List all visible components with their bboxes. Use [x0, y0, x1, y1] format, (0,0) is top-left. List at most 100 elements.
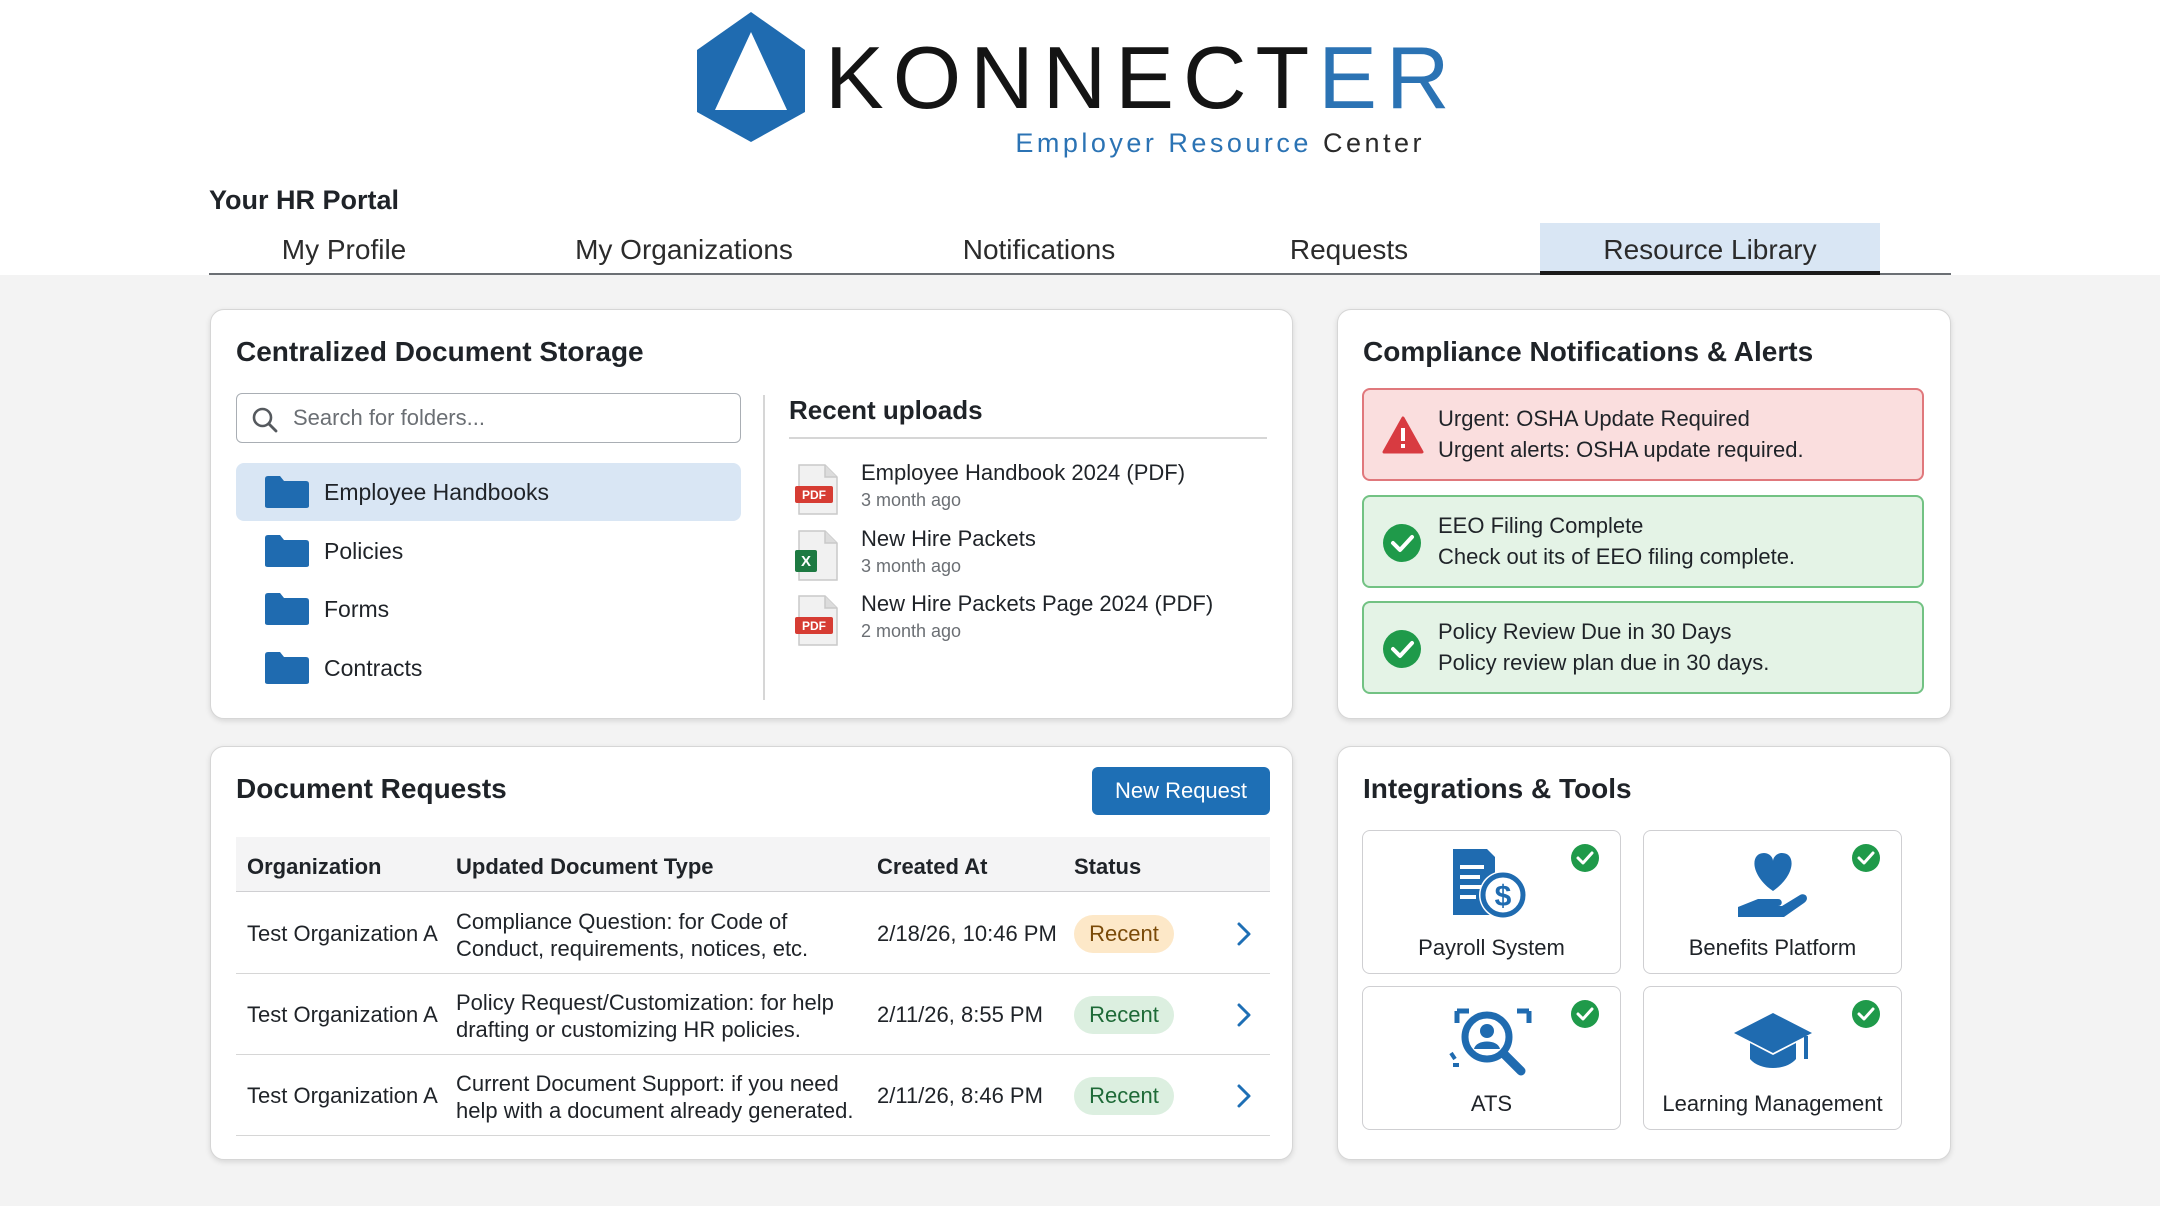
folder-label: Forms	[324, 596, 390, 622]
column-header[interactable]: Organization	[247, 854, 381, 880]
upload-name: Employee Handbook 2024 (PDF)	[861, 460, 1186, 485]
tool-payroll-system[interactable]: $ Payroll System	[1362, 830, 1621, 974]
folder-icon	[265, 535, 309, 567]
chevron-right-icon[interactable]	[1236, 1002, 1252, 1028]
uploads-divider	[789, 437, 1267, 439]
tool-label: Benefits Platform	[1688, 935, 1857, 960]
cell-organization: Test Organization A	[247, 1083, 438, 1108]
document-requests-title: Document Requests	[236, 773, 507, 804]
brand-subtitle: Employer Resource Center	[1015, 128, 1425, 158]
tool-label: Payroll System	[1418, 935, 1565, 960]
check-circle-icon	[1383, 524, 1421, 562]
document-requests-card: Document Requests New Request Organizati…	[210, 746, 1293, 1160]
recent-uploads-title: Recent uploads	[789, 395, 983, 425]
folder-search[interactable]	[236, 393, 741, 443]
alert-body: Policy review plan due in 30 days.	[1438, 650, 1770, 675]
folder-icon	[265, 593, 309, 625]
upload-name: New Hire Packets	[861, 526, 1036, 551]
excel-file-icon: X	[795, 530, 838, 581]
benefits-heart-hand-icon	[1738, 853, 1807, 917]
new-request-button[interactable]: New Request	[1092, 767, 1270, 815]
folder-icon	[265, 652, 309, 684]
tool-learning-management[interactable]: Learning Management	[1643, 986, 1902, 1130]
ats-search-icon	[1449, 1008, 1532, 1076]
alert-osha-urgent[interactable]: Urgent: OSHA Update Required Urgent aler…	[1362, 388, 1924, 481]
folder-icon	[265, 476, 309, 508]
upload-time: 2 month ago	[861, 621, 962, 641]
brand-logo: KONNECTER Employer Resource Center	[695, 10, 1449, 160]
status-badge: Recent	[1074, 1077, 1174, 1115]
compliance-title: Compliance Notifications & Alerts	[1363, 336, 1814, 367]
cell-organization: Test Organization A	[247, 1002, 438, 1027]
folder-label: Policies	[324, 538, 404, 564]
connected-check-icon	[1571, 844, 1599, 872]
alert-title: Policy Review Due in 30 Days	[1438, 619, 1732, 644]
tool-benefits-platform[interactable]: Benefits Platform	[1643, 830, 1902, 974]
alert-policy-review[interactable]: Policy Review Due in 30 Days Policy revi…	[1362, 601, 1924, 694]
tab-resource-library[interactable]: Resource Library	[1540, 223, 1880, 275]
tab-my-organizations[interactable]: My Organizations	[539, 223, 829, 273]
folder-search-input[interactable]	[293, 402, 723, 434]
cell-created-at: 2/18/26, 10:46 PM	[877, 921, 1057, 946]
connected-check-icon	[1852, 844, 1880, 872]
search-icon	[252, 407, 278, 433]
cell-document-type: Current Document Support: if you need he…	[456, 1071, 854, 1123]
logo-mark-icon	[697, 12, 805, 142]
tab-requests[interactable]: Requests	[1239, 223, 1459, 273]
status-badge: Recent	[1074, 915, 1174, 953]
status-badge: Recent	[1074, 996, 1174, 1034]
tab-notifications[interactable]: Notifications	[909, 223, 1169, 273]
integrations-title: Integrations & Tools	[1363, 773, 1632, 804]
chevron-right-icon[interactable]	[1236, 921, 1252, 947]
tool-ats[interactable]: ATS	[1362, 986, 1621, 1130]
brand-name: KONNECTER	[825, 28, 1459, 127]
column-header[interactable]: Created At	[877, 854, 987, 880]
folder-forms[interactable]: Forms	[236, 580, 741, 638]
chevron-right-icon[interactable]	[1236, 1083, 1252, 1109]
pdf-file-icon: PDF	[795, 464, 838, 515]
table-row[interactable]: Test Organization A Current Document Sup…	[236, 1055, 1270, 1136]
table-row[interactable]: Test Organization A Compliance Question:…	[236, 893, 1270, 974]
table-row[interactable]: Test Organization A Policy Request/Custo…	[236, 974, 1270, 1055]
tab-my-profile[interactable]: My Profile	[209, 223, 479, 273]
requests-table-header: Organization Updated Document Type Creat…	[236, 837, 1270, 892]
alert-title: Urgent: OSHA Update Required	[1438, 406, 1750, 431]
cell-document-type: Policy Request/Customization: for help d…	[456, 990, 834, 1042]
check-circle-icon	[1383, 630, 1421, 668]
svg-text:$: $	[1495, 880, 1512, 913]
upload-item[interactable]: PDF New Hire Packets Page 2024 (PDF) 2 m…	[789, 589, 1267, 651]
svg-text:PDF: PDF	[802, 619, 826, 633]
upload-item[interactable]: PDF Employee Handbook 2024 (PDF) 3 month…	[789, 458, 1267, 520]
upload-time: 3 month ago	[861, 556, 962, 576]
cell-document-type: Compliance Question: for Code of Conduct…	[456, 909, 809, 961]
column-header[interactable]: Updated Document Type	[456, 854, 714, 880]
upload-item[interactable]: X New Hire Packets 3 month ago	[789, 524, 1267, 586]
alert-eeo-complete[interactable]: EEO Filing Complete Check out its of EEO…	[1362, 495, 1924, 588]
folder-label: Contracts	[324, 655, 423, 681]
portal-title: Your HR Portal	[209, 185, 400, 215]
column-header[interactable]: Status	[1074, 854, 1141, 880]
connected-check-icon	[1571, 1000, 1599, 1028]
folder-employee-handbooks[interactable]: Employee Handbooks	[236, 463, 741, 521]
svg-text:PDF: PDF	[802, 488, 826, 502]
payroll-icon: $	[1453, 849, 1527, 919]
cell-created-at: 2/11/26, 8:55 PM	[877, 1002, 1043, 1027]
cell-organization: Test Organization A	[247, 921, 438, 946]
document-storage-card: Centralized Document Storage Employee Ha…	[210, 309, 1293, 719]
alert-body: Check out its of EEO filing complete.	[1438, 544, 1796, 569]
cell-created-at: 2/11/26, 8:46 PM	[877, 1083, 1043, 1108]
main-tabs: My Profile My Organizations Notification…	[209, 223, 1951, 275]
connected-check-icon	[1852, 1000, 1880, 1028]
storage-divider	[763, 395, 765, 700]
tool-label: ATS	[1470, 1091, 1513, 1116]
folder-contracts[interactable]: Contracts	[236, 639, 741, 697]
folder-policies[interactable]: Policies	[236, 522, 741, 580]
pdf-file-icon: PDF	[795, 595, 838, 646]
alert-body: Urgent alerts: OSHA update required.	[1438, 437, 1804, 462]
folder-label: Employee Handbooks	[324, 479, 550, 505]
upload-name: New Hire Packets Page 2024 (PDF)	[861, 591, 1214, 616]
upload-time: 3 month ago	[861, 490, 962, 510]
compliance-card: Compliance Notifications & Alerts Urgent…	[1337, 309, 1951, 719]
document-storage-title: Centralized Document Storage	[236, 336, 644, 367]
warning-icon	[1382, 416, 1424, 454]
